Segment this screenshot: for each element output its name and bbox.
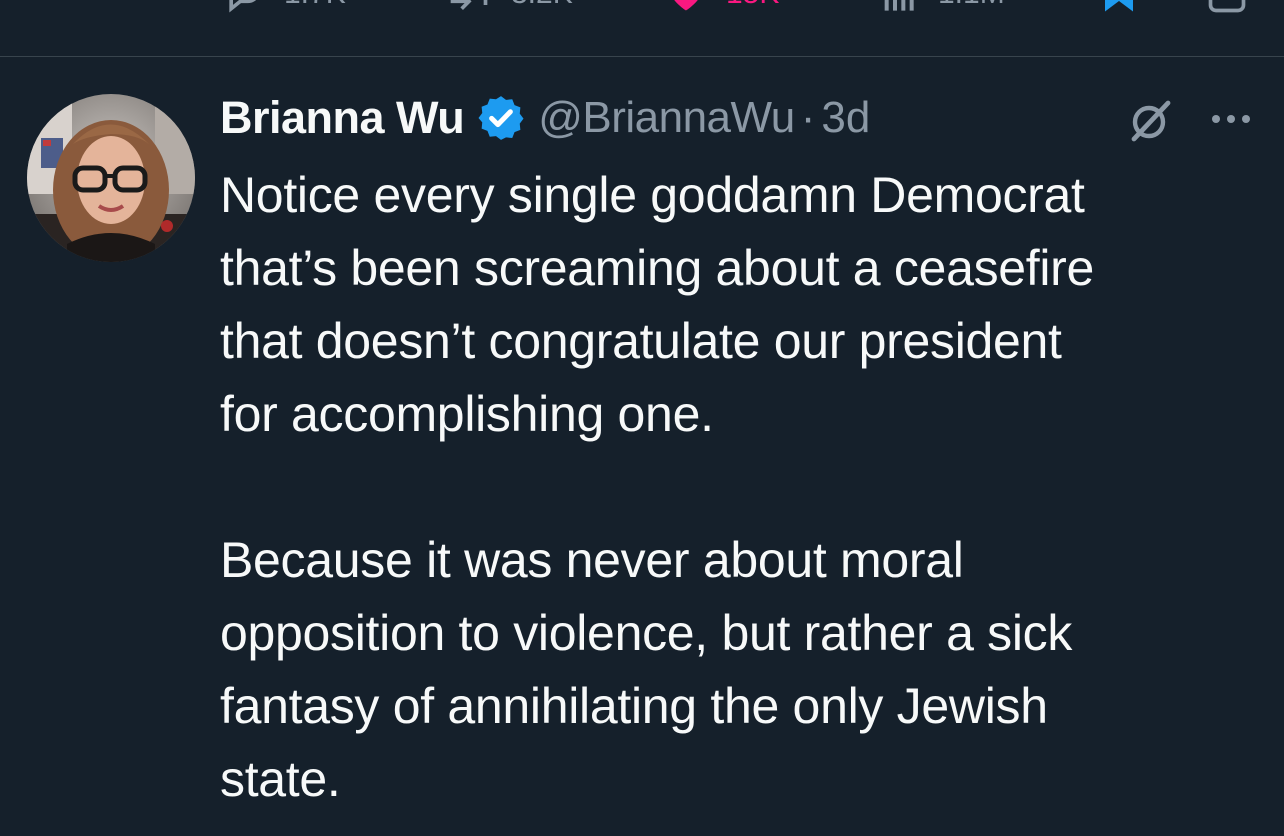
views-icon bbox=[884, 0, 914, 11]
retweet-button[interactable]: 3.2K bbox=[445, 0, 573, 16]
previous-tweet-action-bar: 1.7K 3.2K 15K 1.1M bbox=[0, 0, 1284, 57]
views-count: 1.1M bbox=[938, 0, 1005, 11]
grok-icon[interactable] bbox=[1126, 97, 1174, 145]
display-name[interactable]: Brianna Wu bbox=[220, 92, 465, 144]
tweet[interactable]: Brianna Wu @BriannaWu · 3d Notice every … bbox=[0, 57, 1284, 836]
separator-dot: · bbox=[800, 93, 816, 142]
verified-badge-icon[interactable] bbox=[476, 93, 526, 143]
tweet-paragraph: Notice every single goddamn Democrat tha… bbox=[220, 167, 1095, 442]
more-icon[interactable] bbox=[1208, 107, 1254, 131]
views-button[interactable]: 1.1M bbox=[880, 0, 1005, 16]
tweet-paragraph: Because it was never about moral opposit… bbox=[220, 532, 1073, 807]
tweet-header: Brianna Wu @BriannaWu · 3d bbox=[220, 85, 1260, 151]
reply-icon bbox=[229, 0, 257, 13]
heart-icon bbox=[674, 0, 698, 11]
bookmark-icon bbox=[1105, 0, 1133, 12]
retweet-count: 3.2K bbox=[511, 0, 573, 11]
timestamp[interactable]: 3d bbox=[821, 93, 870, 143]
handle[interactable]: @BriannaWu bbox=[538, 93, 795, 143]
bookmark-button[interactable] bbox=[1098, 0, 1140, 16]
tweet-text: Notice every single goddamn Democrat tha… bbox=[220, 159, 1270, 816]
share-button[interactable] bbox=[1205, 0, 1249, 16]
reply-button[interactable]: 1.7K bbox=[222, 0, 346, 16]
like-count: 15K bbox=[726, 0, 779, 11]
reply-count: 1.7K bbox=[284, 0, 346, 11]
like-button[interactable]: 15K bbox=[664, 0, 779, 16]
profile-photo bbox=[27, 94, 195, 262]
share-icon bbox=[1208, 0, 1246, 13]
retweet-icon bbox=[450, 0, 488, 10]
avatar[interactable] bbox=[27, 94, 195, 262]
